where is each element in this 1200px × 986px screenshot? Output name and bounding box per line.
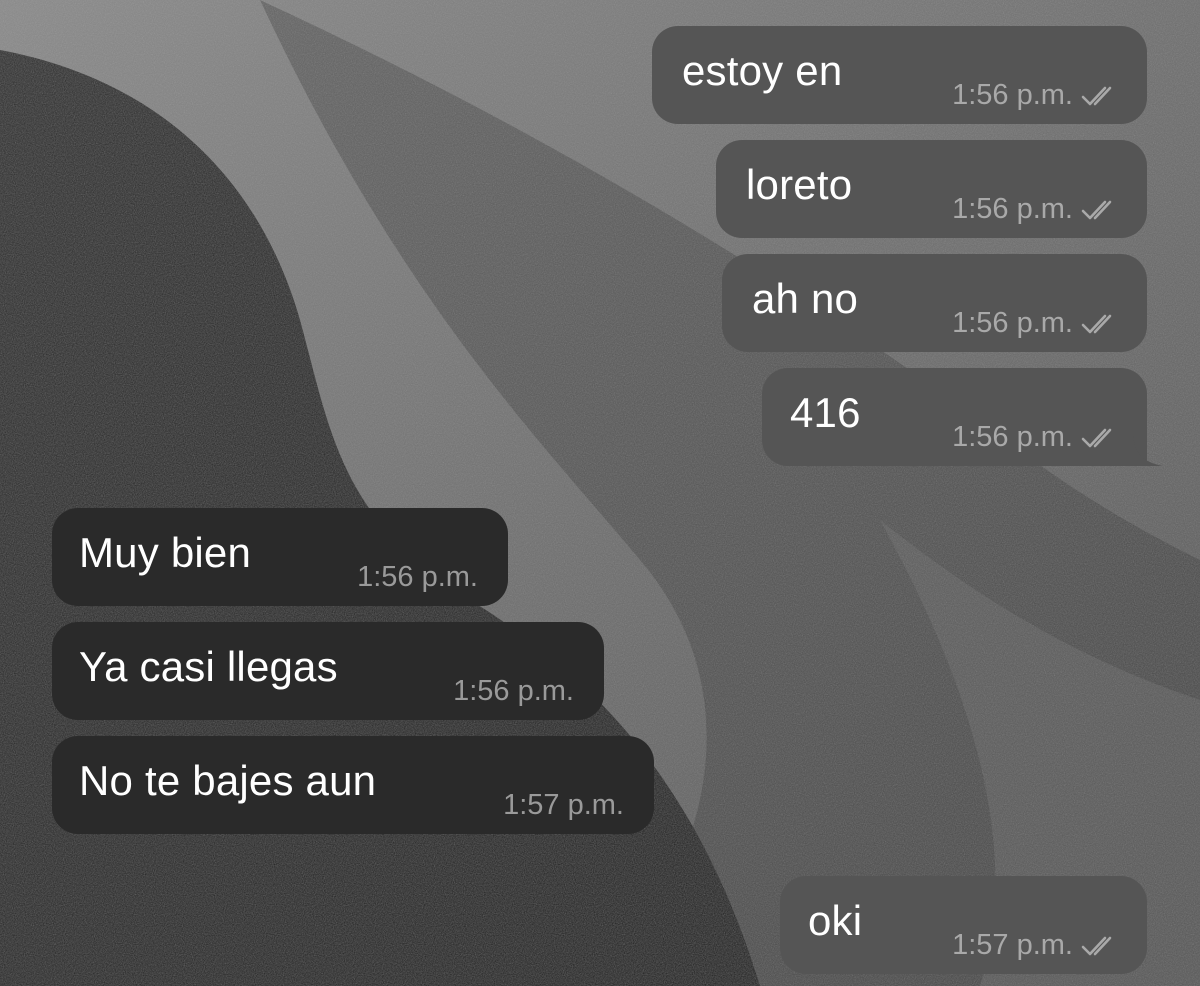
message-meta: 1:56 p.m. (952, 421, 1121, 454)
message-bubble-incoming[interactable]: No te bajes aun 1:57 p.m. (52, 736, 654, 834)
message-meta: 1:56 p.m. (952, 79, 1121, 112)
bubble-tail (1133, 436, 1163, 466)
message-timestamp: 1:56 p.m. (952, 307, 1073, 339)
double-check-icon (1081, 428, 1112, 447)
message-text: No te bajes aun (79, 757, 377, 805)
message-text: 416 (790, 389, 861, 437)
message-bubble-incoming[interactable]: Ya casi llegas 1:56 p.m. (52, 622, 604, 720)
message-meta: 1:56 p.m. (453, 675, 574, 708)
message-bubble-outgoing[interactable]: loreto 1:56 p.m. (716, 140, 1147, 238)
message-text: oki (808, 897, 863, 945)
message-text: Muy bien (79, 529, 252, 577)
message-meta: 1:56 p.m. (952, 193, 1121, 226)
message-timestamp: 1:56 p.m. (952, 421, 1073, 453)
message-text: loreto (746, 161, 853, 209)
message-meta: 1:56 p.m. (357, 561, 478, 594)
message-bubble-outgoing[interactable]: ah no 1:56 p.m. (722, 254, 1147, 352)
message-bubble-outgoing[interactable]: estoy en 1:56 p.m. (652, 26, 1147, 124)
message-text: estoy en (682, 47, 843, 95)
double-check-icon (1081, 200, 1112, 219)
message-meta: 1:57 p.m. (952, 929, 1121, 962)
message-text: ah no (752, 275, 859, 323)
chat-view[interactable]: estoy en 1:56 p.m. loreto 1:56 p.m. ah n… (0, 0, 1200, 986)
message-bubble-outgoing[interactable]: oki 1:57 p.m. (780, 876, 1147, 974)
message-timestamp: 1:56 p.m. (952, 79, 1073, 111)
message-text: Ya casi llegas (79, 643, 338, 691)
message-bubble-incoming[interactable]: Muy bien 1:56 p.m. (52, 508, 508, 606)
double-check-icon (1081, 936, 1112, 955)
double-check-icon (1081, 314, 1112, 333)
message-bubble-outgoing[interactable]: 416 1:56 p.m. (762, 368, 1163, 466)
message-timestamp: 1:56 p.m. (453, 675, 574, 707)
message-meta: 1:56 p.m. (952, 307, 1121, 340)
message-meta: 1:57 p.m. (503, 789, 624, 822)
message-timestamp: 1:56 p.m. (952, 193, 1073, 225)
message-timestamp: 1:57 p.m. (503, 789, 624, 821)
message-timestamp: 1:57 p.m. (952, 929, 1073, 961)
double-check-icon (1081, 86, 1112, 105)
message-timestamp: 1:56 p.m. (357, 561, 478, 593)
